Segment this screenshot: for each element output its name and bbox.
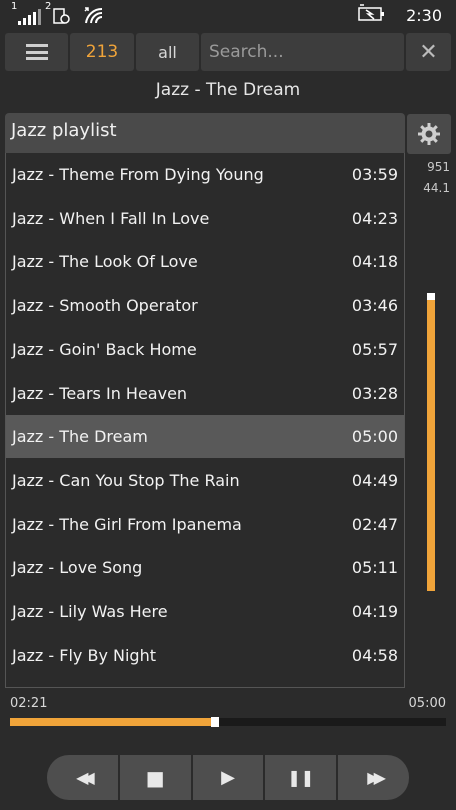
track-title: Jazz - The Girl From Ipanema (12, 514, 242, 534)
total-time: 05:00 (408, 696, 446, 711)
signal-sim1-icon: 1 (11, 1, 41, 25)
wifi-icon (82, 5, 104, 25)
volume-level-fill (427, 293, 435, 591)
transport-controls: ◀◀ ■ ▶ ❚❚ ▶▶ (47, 755, 409, 800)
battery-charging-icon (358, 4, 386, 26)
playlist-row[interactable]: Jazz - Fly By Night 04:58 (6, 634, 404, 677)
track-title: Jazz - The Look Of Love (12, 252, 198, 272)
clear-search-button[interactable]: ✕ (406, 33, 451, 71)
track-title: Jazz - When I Fall In Love (12, 208, 210, 228)
pause-icon: ❚❚ (287, 768, 315, 787)
seek-handle[interactable] (211, 717, 219, 727)
play-icon: ▶ (221, 767, 235, 788)
status-bar: 1 2 2:30 (0, 0, 456, 30)
track-title: Jazz - Fly By Night (12, 645, 156, 665)
track-duration: 03:46 (351, 296, 398, 316)
playlist-row[interactable]: Jazz - Can You Stop The Rain 04:49 (6, 459, 404, 502)
track-duration: 04:58 (351, 645, 398, 665)
menu-button[interactable] (5, 33, 68, 71)
previous-button[interactable]: ◀◀ (47, 755, 118, 800)
track-duration: 05:11 (351, 558, 398, 578)
search-input[interactable] (207, 41, 401, 63)
track-title: Jazz - Goin' Back Home (12, 339, 197, 359)
playlist-row[interactable]: Jazz - The Dream 05:00 (6, 415, 404, 459)
track-title: Jazz - Smooth Operator (12, 296, 198, 316)
track-title: Jazz - Theme From Dying Young (12, 165, 264, 184)
settings-button[interactable] (407, 114, 451, 154)
bitrate-value: 951 (427, 160, 450, 174)
track-title: Jazz - Can You Stop The Rain (12, 470, 240, 490)
rewind-icon: ◀◀ (76, 768, 94, 787)
play-button[interactable]: ▶ (192, 755, 264, 800)
volume-handle[interactable] (427, 293, 435, 300)
current-time: 02:21 (10, 696, 48, 711)
track-duration: 03:59 (351, 165, 398, 184)
track-title: Jazz - Lily Was Here (12, 602, 168, 621)
signal-sim2-icon: 2 (45, 1, 70, 25)
top-toolbar: 213 all ✕ (5, 33, 451, 71)
playlist-row[interactable]: Jazz - Smooth Operator 03:46 (6, 284, 404, 327)
volume-slider[interactable] (427, 287, 435, 591)
track-duration: 04:23 (351, 208, 398, 228)
playlist-row[interactable]: Jazz - Love Song 05:11 (6, 546, 404, 589)
track-count-button[interactable]: 213 (70, 33, 134, 71)
track-duration: 05:57 (351, 339, 398, 359)
clock: 2:30 (406, 5, 442, 25)
stop-button[interactable]: ■ (119, 755, 191, 800)
track-duration: 03:28 (351, 383, 398, 403)
next-button[interactable]: ▶▶ (338, 755, 409, 800)
track-duration: 05:00 (351, 427, 398, 447)
playlist-row[interactable]: Jazz - Tears In Heaven 03:28 (6, 372, 404, 415)
fast-forward-icon: ▶▶ (367, 768, 385, 787)
hamburger-icon (25, 44, 48, 60)
track-title: Jazz - Tears In Heaven (12, 383, 188, 403)
close-icon: ✕ (419, 39, 438, 65)
track-duration: 02:47 (351, 514, 398, 534)
track-duration: 04:18 (351, 252, 398, 272)
seek-bar[interactable] (10, 717, 446, 727)
stop-icon: ■ (145, 765, 165, 790)
playlist-row[interactable]: Jazz - Theme From Dying Young 03:59 (6, 153, 404, 196)
track-duration: 04:19 (351, 602, 398, 621)
playlist-header[interactable]: Jazz playlist (5, 113, 405, 153)
playlist-row[interactable]: Jazz - The Girl From Ipanema 02:47 (6, 503, 404, 546)
seek-progress-fill (10, 718, 215, 726)
playlist-row[interactable]: Jazz - Goin' Back Home 05:57 (6, 328, 404, 371)
track-duration: 04:49 (351, 470, 398, 490)
playlist-row[interactable]: Jazz - The Look Of Love 04:18 (6, 240, 404, 283)
filter-all-button[interactable]: all (136, 33, 199, 71)
playlist-row[interactable]: Jazz - Lily Was Here 04:19 (6, 590, 404, 633)
track-title: Jazz - The Dream (12, 427, 148, 447)
track-title: Jazz - Love Song (12, 558, 143, 578)
samplerate-value: 44.1 (423, 181, 450, 195)
search-box[interactable] (201, 33, 404, 71)
pause-button[interactable]: ❚❚ (265, 755, 337, 800)
gear-icon (418, 123, 440, 145)
playlist-list[interactable]: Jazz - Theme From Dying Young 03:59 Jazz -… (5, 153, 405, 688)
now-playing-title: Jazz - The Dream (155, 80, 301, 100)
playlist-row[interactable]: Jazz - When I Fall In Love 04:23 (6, 197, 404, 240)
